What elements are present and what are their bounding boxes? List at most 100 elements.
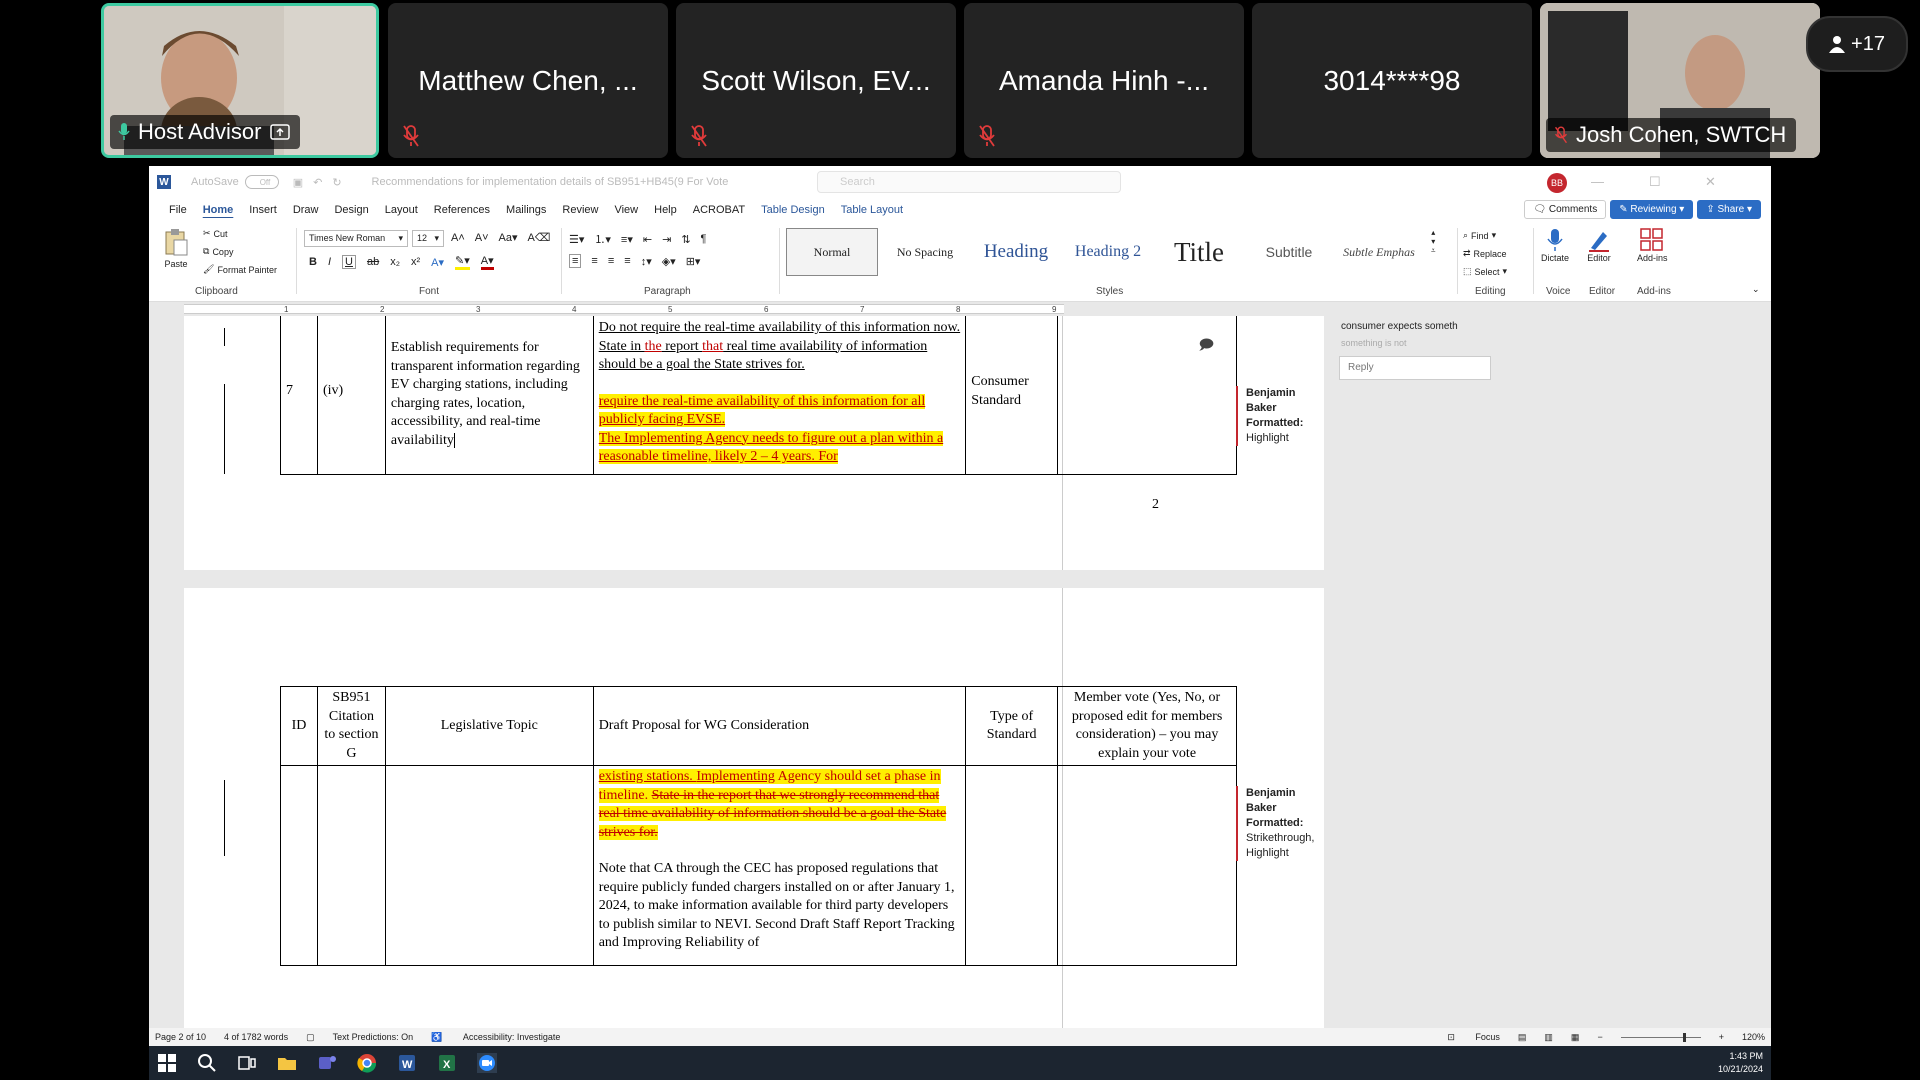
comment-card[interactable]: consumer expects someth something is not… <box>1335 316 1495 416</box>
superscript-icon[interactable]: x² <box>411 256 420 268</box>
underline-icon[interactable]: U <box>342 255 356 269</box>
header-vote[interactable]: Member vote (Yes, No, or proposed edit f… <box>1057 686 1237 766</box>
row-type-cell[interactable] <box>965 765 1059 966</box>
align-right-icon[interactable]: ≡ <box>608 255 614 267</box>
italic-icon[interactable]: I <box>328 256 331 268</box>
text-predictions[interactable]: Text Predictions: On <box>333 1032 414 1042</box>
proofing-icon[interactable]: ▢ <box>306 1032 315 1043</box>
comments-button[interactable]: 🗨 Comments <box>1524 200 1607 219</box>
justify-icon[interactable]: ≡ <box>624 255 630 267</box>
row-type[interactable]: Consumer Standard <box>965 316 1059 475</box>
style-no-spacing[interactable]: No Spacing <box>882 228 968 276</box>
styles-scroll[interactable]: ▴ ▾ ⩡ <box>1431 228 1436 256</box>
subscript-icon[interactable]: x₂ <box>390 256 400 268</box>
copy-button[interactable]: ⧉ Copy <box>203 246 233 257</box>
font-name-select[interactable]: Times New Roman ▾ <box>304 230 408 247</box>
menu-references[interactable]: References <box>426 204 498 216</box>
style-title[interactable]: Title <box>1156 228 1242 276</box>
page-2-bottom[interactable]: 7 (iv) Establish requirements for transp… <box>184 316 1324 570</box>
row-proposal-cell[interactable]: Do not require the real-time availabilit… <box>592 316 967 475</box>
chrome-icon[interactable] <box>357 1053 377 1073</box>
participant-tile-1[interactable]: Matthew Chen, ... <box>388 3 668 158</box>
shrink-font-icon[interactable]: A˅ <box>475 232 489 244</box>
system-clock[interactable]: 1:43 PM 10/21/2024 <box>1718 1050 1763 1076</box>
style-normal[interactable]: Normal <box>786 228 878 276</box>
menu-review[interactable]: Review <box>554 204 606 216</box>
menu-draw[interactable]: Draw <box>285 204 327 216</box>
bold-icon[interactable]: B <box>309 256 317 268</box>
style-heading[interactable]: Heading <box>972 228 1060 276</box>
addins-button[interactable]: Add-ins <box>1637 228 1668 263</box>
row-id-cell[interactable] <box>280 765 318 966</box>
redo-icon[interactable]: ↻ <box>332 176 341 189</box>
menu-home[interactable]: Home <box>195 204 242 216</box>
excel-icon[interactable]: X <box>437 1053 457 1073</box>
shading-icon[interactable]: ◈▾ <box>662 255 676 268</box>
comment-marker-icon[interactable]: 🗩 <box>1198 335 1214 354</box>
file-explorer-icon[interactable] <box>277 1053 297 1073</box>
participant-tile-2[interactable]: Scott Wilson, EV... <box>676 3 956 158</box>
participant-video-tile[interactable]: Josh Cohen, SWTCH <box>1540 3 1820 158</box>
search-box[interactable]: Search <box>817 171 1121 193</box>
row-citation-cell[interactable] <box>316 765 386 966</box>
align-center-icon[interactable]: ≡ <box>591 255 597 267</box>
menu-table-design[interactable]: Table Design <box>753 204 833 216</box>
host-video-tile[interactable]: Host Advisor <box>101 3 379 158</box>
formatting-balloon[interactable]: Benjamin Baker Formatted: Highlight <box>1236 386 1324 446</box>
row-vote-cell[interactable] <box>1057 765 1237 966</box>
save-icon[interactable]: ▣ <box>293 176 303 189</box>
align-left-icon[interactable]: ≡ <box>569 254 582 268</box>
highlight-icon[interactable]: ✎▾ <box>455 254 470 270</box>
participant-tile-4[interactable]: 3014****98 <box>1252 3 1532 158</box>
accessibility-status[interactable]: ♿ Accessibility: Investigate <box>431 1032 560 1043</box>
collapse-ribbon-icon[interactable]: ⌄ <box>1752 284 1760 295</box>
zoom-in-icon[interactable]: + <box>1719 1032 1724 1042</box>
task-view-icon[interactable] <box>237 1053 257 1073</box>
style-heading-2[interactable]: Heading 2 <box>1064 228 1152 276</box>
page-count[interactable]: Page 2 of 10 <box>155 1032 206 1042</box>
menu-design[interactable]: Design <box>326 204 376 216</box>
share-button[interactable]: ⇪ Share ▾ <box>1697 200 1761 219</box>
undo-icon[interactable]: ↶ <box>313 176 322 189</box>
menu-view[interactable]: View <box>606 204 646 216</box>
replace-button[interactable]: ⇄ Replace <box>1463 248 1507 259</box>
row-id[interactable]: 7 <box>280 316 318 475</box>
autosave-toggle[interactable]: Off <box>244 175 279 189</box>
font-color-icon[interactable]: A▾ <box>480 254 494 270</box>
font-size-select[interactable]: 12 ▾ <box>412 230 444 247</box>
read-mode-icon[interactable]: ▤ <box>1518 1032 1527 1043</box>
menu-acrobat[interactable]: ACROBAT <box>685 204 753 216</box>
borders-icon[interactable]: ⊞▾ <box>686 255 701 268</box>
row-topic-cell[interactable] <box>384 765 594 966</box>
menu-mailings[interactable]: Mailings <box>498 204 554 216</box>
zoom-slider[interactable] <box>1620 1032 1701 1042</box>
grow-font-icon[interactable]: A˄ <box>451 232 465 244</box>
menu-file[interactable]: File <box>161 204 195 216</box>
word-count[interactable]: 4 of 1782 words <box>224 1032 288 1042</box>
zoom-app-icon[interactable] <box>477 1053 497 1073</box>
teams-icon[interactable] <box>317 1053 337 1073</box>
header-citation[interactable]: SB951 Citation to section G <box>316 686 386 766</box>
format-painter-button[interactable]: 🖌 Format Painter <box>203 264 277 275</box>
header-type[interactable]: Type of Standard <box>965 686 1059 766</box>
reply-input[interactable]: Reply <box>1339 356 1491 380</box>
ruler-bar[interactable]: 1 2 3 4 5 6 7 8 9 <box>184 304 1064 314</box>
numbering-icon[interactable]: ⒈▾ <box>594 231 611 247</box>
menu-table-layout[interactable]: Table Layout <box>833 204 911 216</box>
participant-count-button[interactable]: +17 <box>1806 16 1908 72</box>
text-effects-icon[interactable]: A▾ <box>431 256 444 269</box>
row-topic-cell[interactable]: Establish requirements for transparent i… <box>384 316 594 475</box>
dictate-button[interactable]: Dictate <box>1541 228 1569 263</box>
style-subtitle[interactable]: Subtitle <box>1246 228 1332 276</box>
sort-icon[interactable]: ⇅ <box>681 233 690 246</box>
header-topic[interactable]: Legislative Topic <box>384 686 594 766</box>
zoom-level[interactable]: 120% <box>1742 1032 1765 1042</box>
minimize-icon[interactable]: — <box>1591 174 1604 189</box>
menu-layout[interactable]: Layout <box>377 204 426 216</box>
select-button[interactable]: ⬚ Select ▾ <box>1463 266 1507 277</box>
close-icon[interactable]: ✕ <box>1705 174 1716 190</box>
row-proposal-cell[interactable]: existing stations. Implementing Agency s… <box>592 765 967 966</box>
search-icon[interactable] <box>197 1053 217 1073</box>
user-avatar[interactable]: BB <box>1547 173 1567 193</box>
cut-button[interactable]: ✂ Cut <box>203 228 228 239</box>
